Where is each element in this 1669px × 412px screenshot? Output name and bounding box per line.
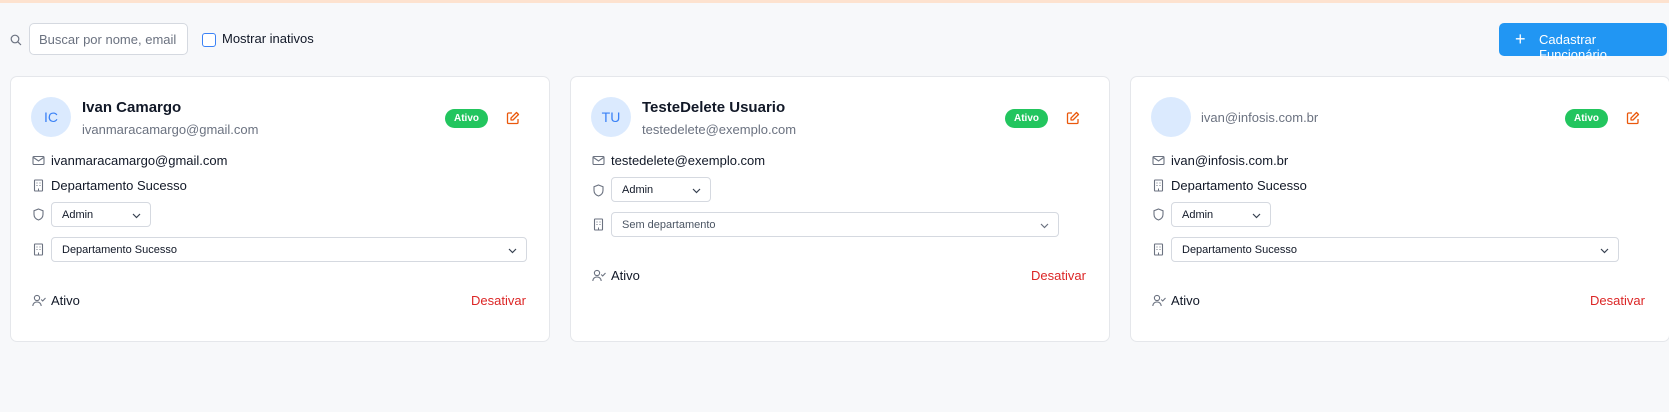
department-select-value: Sem departamento [622,219,716,231]
employee-email-subtitle: testedelete@exemplo.com [642,122,797,137]
building-icon [33,243,44,256]
employee-email: ivanmaracamargo@gmail.com [51,153,228,168]
employee-name: TesteDelete Usuario [642,99,786,116]
chevron-down-icon [508,248,517,254]
employee-status: Ativo [1171,293,1200,308]
department-select[interactable]: Departamento Sucesso [51,237,527,262]
department-select[interactable]: Departamento Sucesso [1171,237,1619,262]
building-icon [33,179,44,192]
role-select[interactable]: Admin [1171,202,1271,227]
employee-email-subtitle: ivanmaracamargo@gmail.com [82,122,259,137]
mail-icon [32,155,45,166]
avatar: TU [591,97,631,137]
department-select[interactable]: Sem departamento [611,212,1059,237]
user-check-icon [32,294,46,307]
status-badge: Ativo [1005,109,1048,128]
employee-email: ivan@infosis.com.br [1171,153,1289,168]
employee-department: Departamento Sucesso [51,178,187,193]
role-select-value: Admin [62,209,94,221]
status-badge: Ativo [445,109,488,128]
role-select[interactable]: Admin [51,202,151,227]
deactivate-button[interactable]: Desativar [1590,293,1645,308]
deactivate-button[interactable]: Desativar [471,293,526,308]
employee-department: Departamento Sucesso [1171,178,1307,193]
employee-status: Ativo [51,293,80,308]
show-inactive-checkbox[interactable] [202,33,216,47]
mail-icon [592,155,605,166]
department-select-value: Departamento Sucesso [62,244,177,256]
department-select-value: Departamento Sucesso [1182,244,1297,256]
employee-card: ivan@infosis.com.br Ativo ivan@infosis.c… [1130,76,1669,342]
status-badge: Ativo [1565,109,1608,128]
top-accent-bar [0,0,1669,3]
employee-name: Ivan Camargo [82,99,182,116]
show-inactive-label: Mostrar inativos [222,31,314,46]
chevron-down-icon [1600,248,1609,254]
add-employee-button-label: Cadastrar Funcionário [1539,32,1607,62]
avatar [1151,97,1191,137]
role-select-value: Admin [1182,209,1214,221]
user-check-icon [592,269,606,282]
chevron-down-icon [1040,223,1049,229]
employee-email: testedelete@exemplo.com [611,153,766,168]
search-icon [10,34,22,46]
building-icon [1153,243,1164,256]
building-icon [1153,179,1164,192]
user-check-icon [1152,294,1166,307]
add-employee-button[interactable]: + Cadastrar Funcionário [1499,23,1667,62]
edit-icon[interactable] [506,111,520,125]
edit-icon[interactable] [1626,111,1640,125]
chevron-down-icon [692,188,701,194]
role-select[interactable]: Admin [611,177,711,202]
employee-email-subtitle: ivan@infosis.com.br [1201,110,1319,125]
employee-card: IC Ivan Camargo ivanmaracamargo@gmail.co… [10,76,550,342]
deactivate-button[interactable]: Desativar [1031,268,1086,283]
toolbar: Mostrar inativos + Cadastrar Funcionário [0,23,1669,62]
plus-icon: + [1515,29,1526,49]
shield-icon [33,208,44,221]
avatar: IC [31,97,71,137]
shield-icon [593,184,604,197]
building-icon [593,218,604,231]
role-select-value: Admin [622,184,654,196]
mail-icon [1152,155,1165,166]
employee-status: Ativo [611,268,640,283]
search-input[interactable] [29,23,188,55]
shield-icon [1153,208,1164,221]
edit-icon[interactable] [1066,111,1080,125]
chevron-down-icon [1252,213,1261,219]
employee-card: TU TesteDelete Usuario testedelete@exemp… [570,76,1110,342]
chevron-down-icon [132,213,141,219]
